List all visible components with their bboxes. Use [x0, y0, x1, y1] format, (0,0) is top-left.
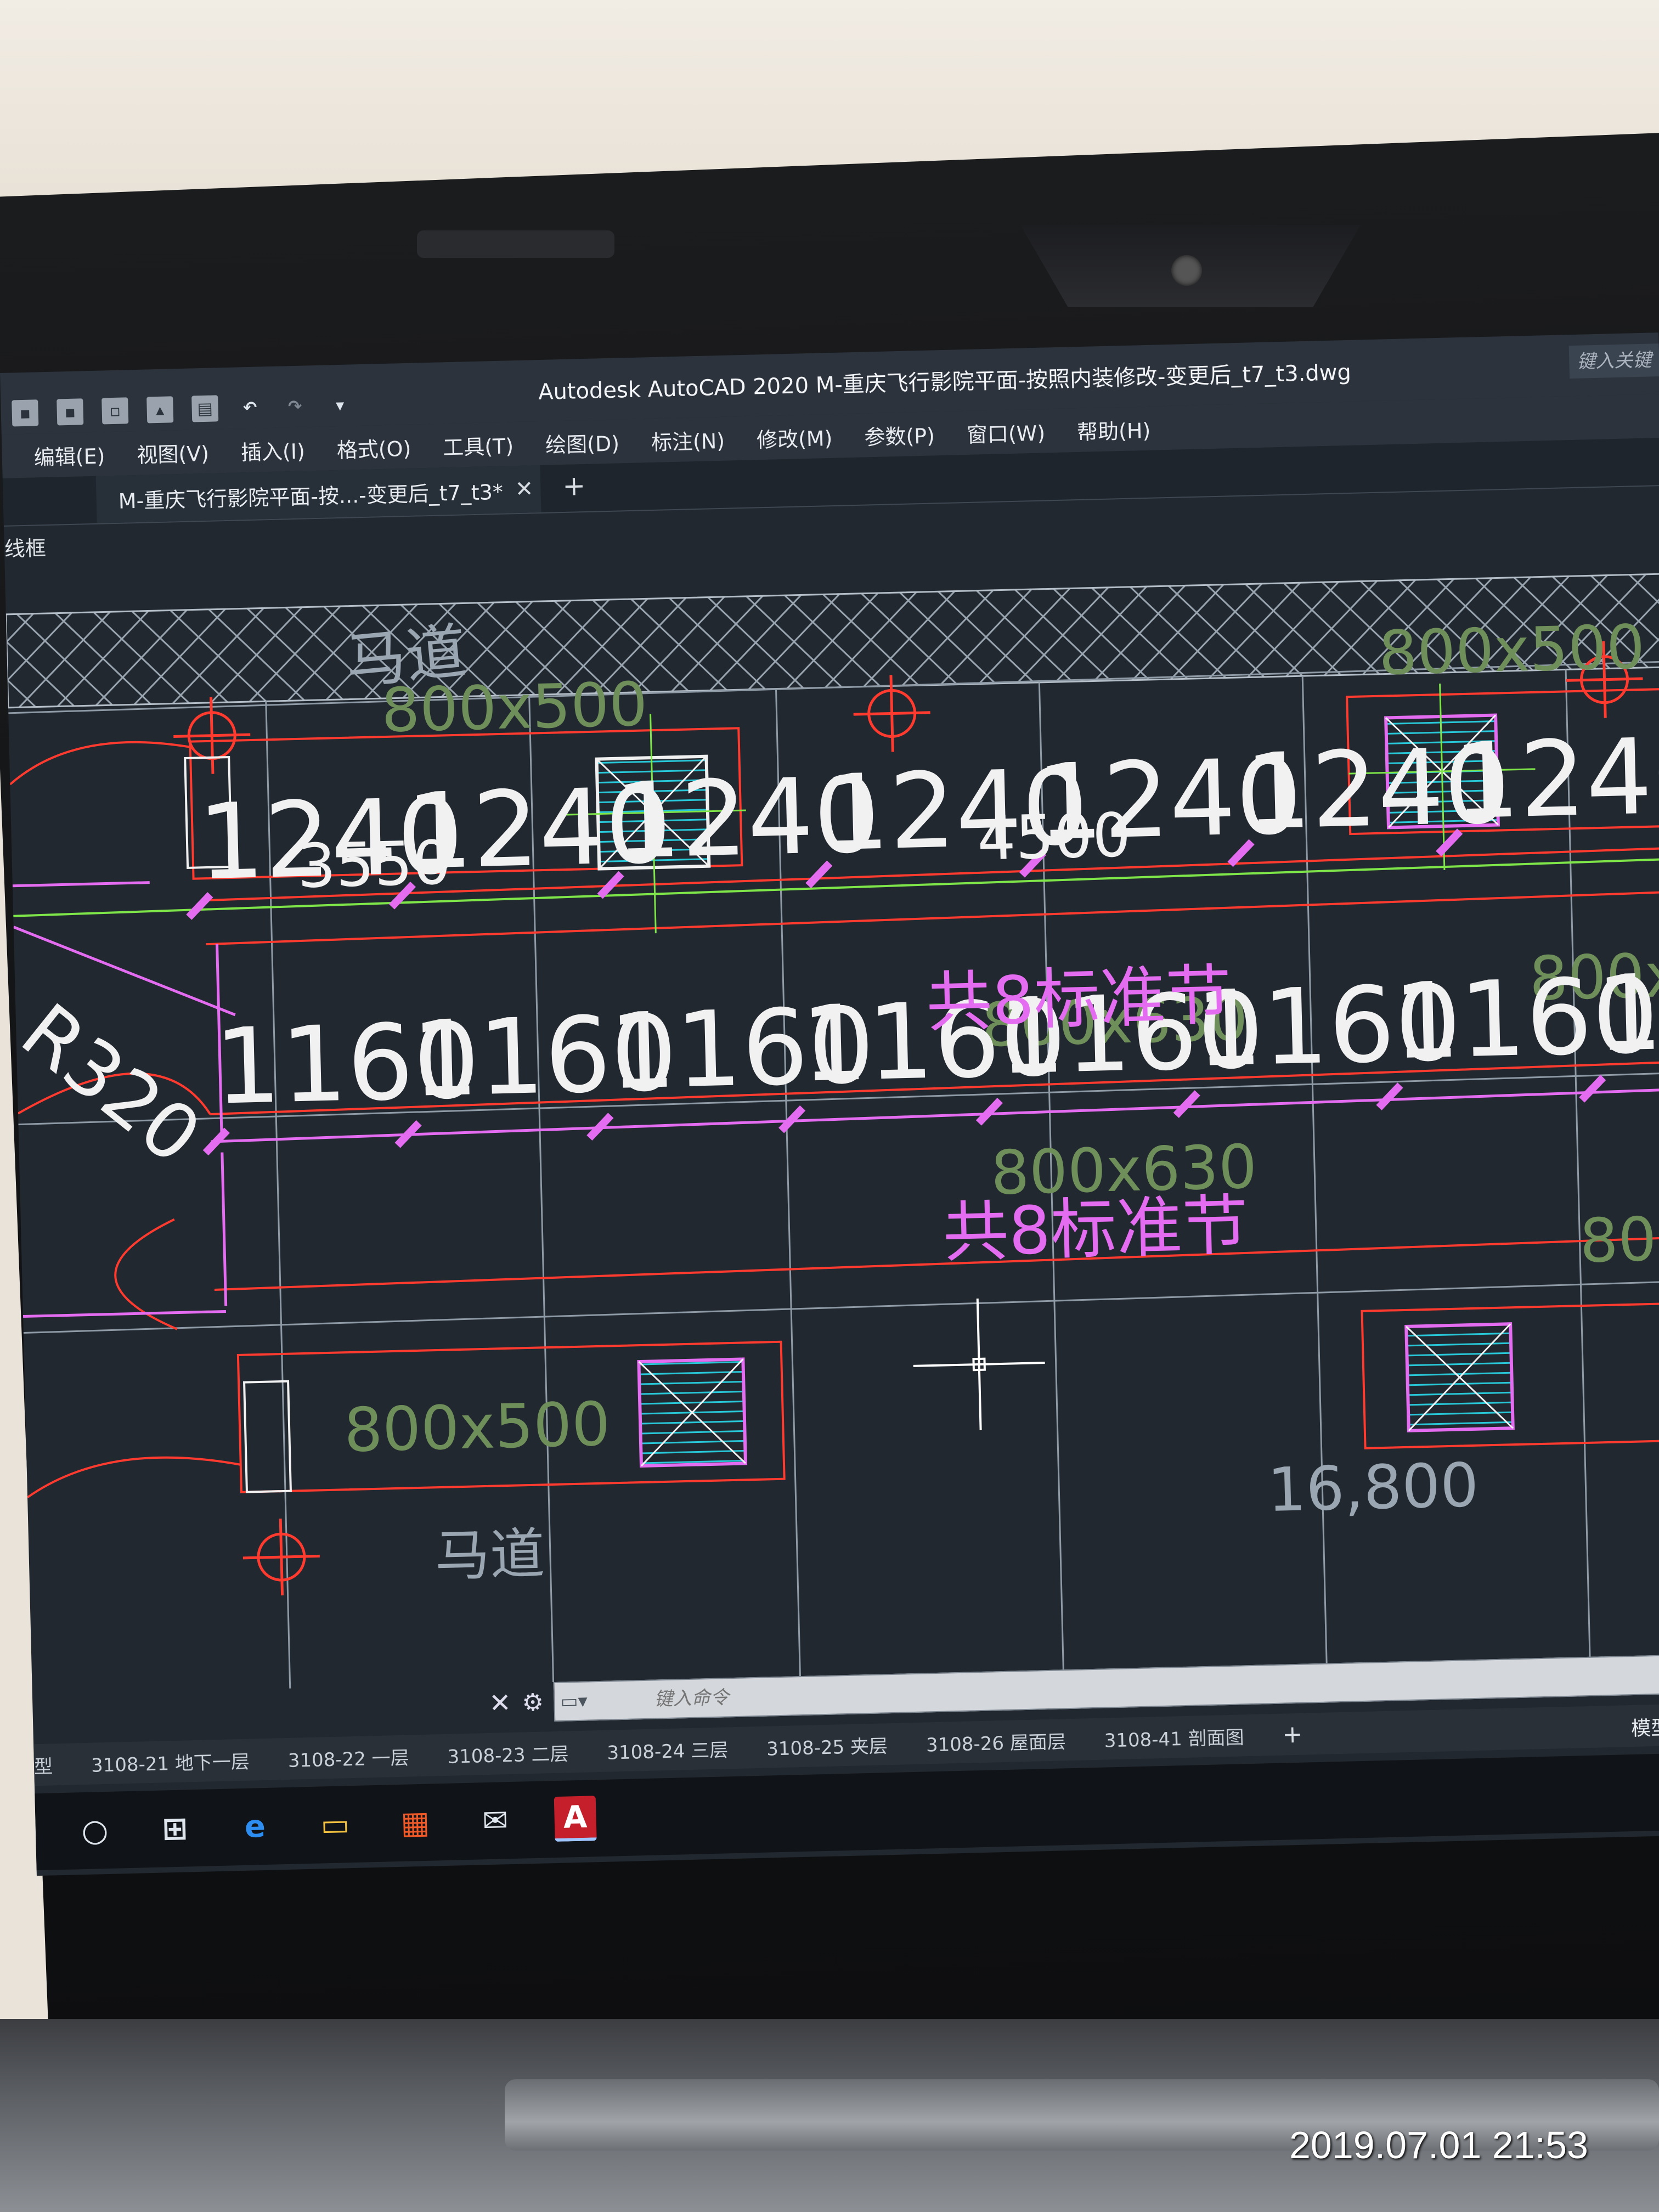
tab-layout-3108-21[interactable]: 3108-21 地下一层: [91, 1746, 250, 1777]
close-icon[interactable]: ✕: [489, 1687, 522, 1719]
wrench-icon[interactable]: ⚙: [522, 1688, 555, 1717]
dropdown-icon[interactable]: ▾: [326, 392, 353, 419]
publish-icon[interactable]: ▴: [146, 396, 174, 424]
tab-layout-3108-26[interactable]: 3108-26 屋面层: [926, 1726, 1066, 1757]
menu-tools[interactable]: 工具(T): [443, 429, 514, 461]
edge-icon[interactable]: e: [234, 1805, 276, 1848]
menu-dimension[interactable]: 标注(N): [651, 424, 725, 455]
menu-insert[interactable]: 插入(I): [240, 434, 305, 466]
standard-section-label: 共8标准节: [926, 958, 1233, 1042]
webcam-icon: [1171, 255, 1202, 286]
viewport-visual-style[interactable]: 线框: [4, 531, 46, 562]
menu-parametric[interactable]: 参数(P): [864, 419, 935, 450]
model-space-toggle[interactable]: 模型: [1631, 1712, 1659, 1741]
task-view-icon[interactable]: ⊞: [154, 1807, 196, 1850]
tab-layout-3108-23[interactable]: 3108-23 二层: [447, 1739, 569, 1768]
tab-layout-3108-22[interactable]: 3108-22 一层: [287, 1742, 409, 1772]
duct-size-label: 800x500: [381, 669, 648, 746]
file-explorer-icon[interactable]: ▭: [314, 1803, 357, 1846]
open-icon[interactable]: ▫: [101, 397, 129, 425]
spacing-1160: 11: [1595, 950, 1659, 1075]
laptop-screen: ▪ ▪ ▫ ▴ ▤ ↶ ↷ ▾ Autodesk AutoCAD 2020 M-…: [0, 332, 1659, 1876]
new-tab-button[interactable]: +: [562, 470, 586, 502]
save-as-icon[interactable]: ▪: [57, 398, 84, 426]
close-icon[interactable]: ✕: [515, 476, 534, 502]
menu-view[interactable]: 视图(V): [137, 436, 210, 468]
store-icon[interactable]: ▦: [394, 1801, 437, 1844]
menu-edit[interactable]: 编辑(E): [33, 439, 105, 471]
undo-icon[interactable]: ↶: [236, 394, 263, 421]
spacing-1240: 1240: [1452, 715, 1659, 843]
window-title: Autodesk AutoCAD 2020 M-重庆飞行影院平面-按照内装修改-…: [538, 359, 1352, 405]
quick-access-toolbar: ▪ ▪ ▫ ▴ ▤ ↶ ↷ ▾: [12, 392, 353, 427]
print-icon[interactable]: ▤: [191, 395, 219, 422]
command-input[interactable]: [653, 1675, 1149, 1711]
tab-layout-3108-41[interactable]: 3108-41 剖面图: [1104, 1722, 1244, 1752]
duct-size-label: 800x500: [1378, 612, 1646, 689]
dimension-16800: 16,800: [1267, 1450, 1480, 1525]
add-layout-button[interactable]: +: [1282, 1720, 1303, 1748]
search-input[interactable]: 键入关键: [1568, 342, 1659, 379]
autocad-icon[interactable]: A: [554, 1796, 597, 1842]
crosshair-cursor: [913, 1298, 1045, 1430]
duct-size-label: 800x500: [343, 1389, 611, 1465]
drawing-canvas[interactable]: 马道 800x500 800x500 800x500 800x630 800x6…: [5, 524, 1659, 1695]
bezel-notch: [417, 230, 614, 258]
tab-layout-3108-25[interactable]: 3108-25 夹层: [766, 1731, 888, 1760]
tab-layout-3108-24[interactable]: 3108-24 三层: [607, 1735, 729, 1764]
standard-section-label: 共8标准节: [942, 1188, 1249, 1272]
catwalk-label: 马道: [435, 1521, 546, 1588]
tab-drawing[interactable]: M-重庆飞行影院平面-按...-变更后_t7_t3* ✕: [95, 465, 541, 523]
menu-modify[interactable]: 修改(M): [756, 421, 833, 453]
command-history-icon[interactable]: ▭▾: [560, 1690, 588, 1713]
menu-draw[interactable]: 绘图(D): [545, 426, 620, 458]
cortana-icon[interactable]: ○: [74, 1809, 116, 1852]
menu-window[interactable]: 窗口(W): [966, 416, 1046, 448]
tab-drawing-label: M-重庆飞行影院平面-按...-变更后_t7_t3*: [118, 479, 504, 514]
photo-timestamp: 2019.07.01 21:53: [1289, 2124, 1588, 2166]
tab-model-partial[interactable]: 型: [33, 1751, 53, 1779]
menu-format[interactable]: 格式(O): [336, 431, 411, 463]
menu-help[interactable]: 帮助(H): [1076, 413, 1151, 445]
save-icon[interactable]: ▪: [12, 399, 39, 427]
mail-icon[interactable]: ✉: [474, 1799, 517, 1842]
radius-label: R320: [5, 987, 217, 1182]
redo-icon[interactable]: ↷: [281, 393, 308, 420]
duct-size-label: 800: [1579, 1203, 1659, 1276]
